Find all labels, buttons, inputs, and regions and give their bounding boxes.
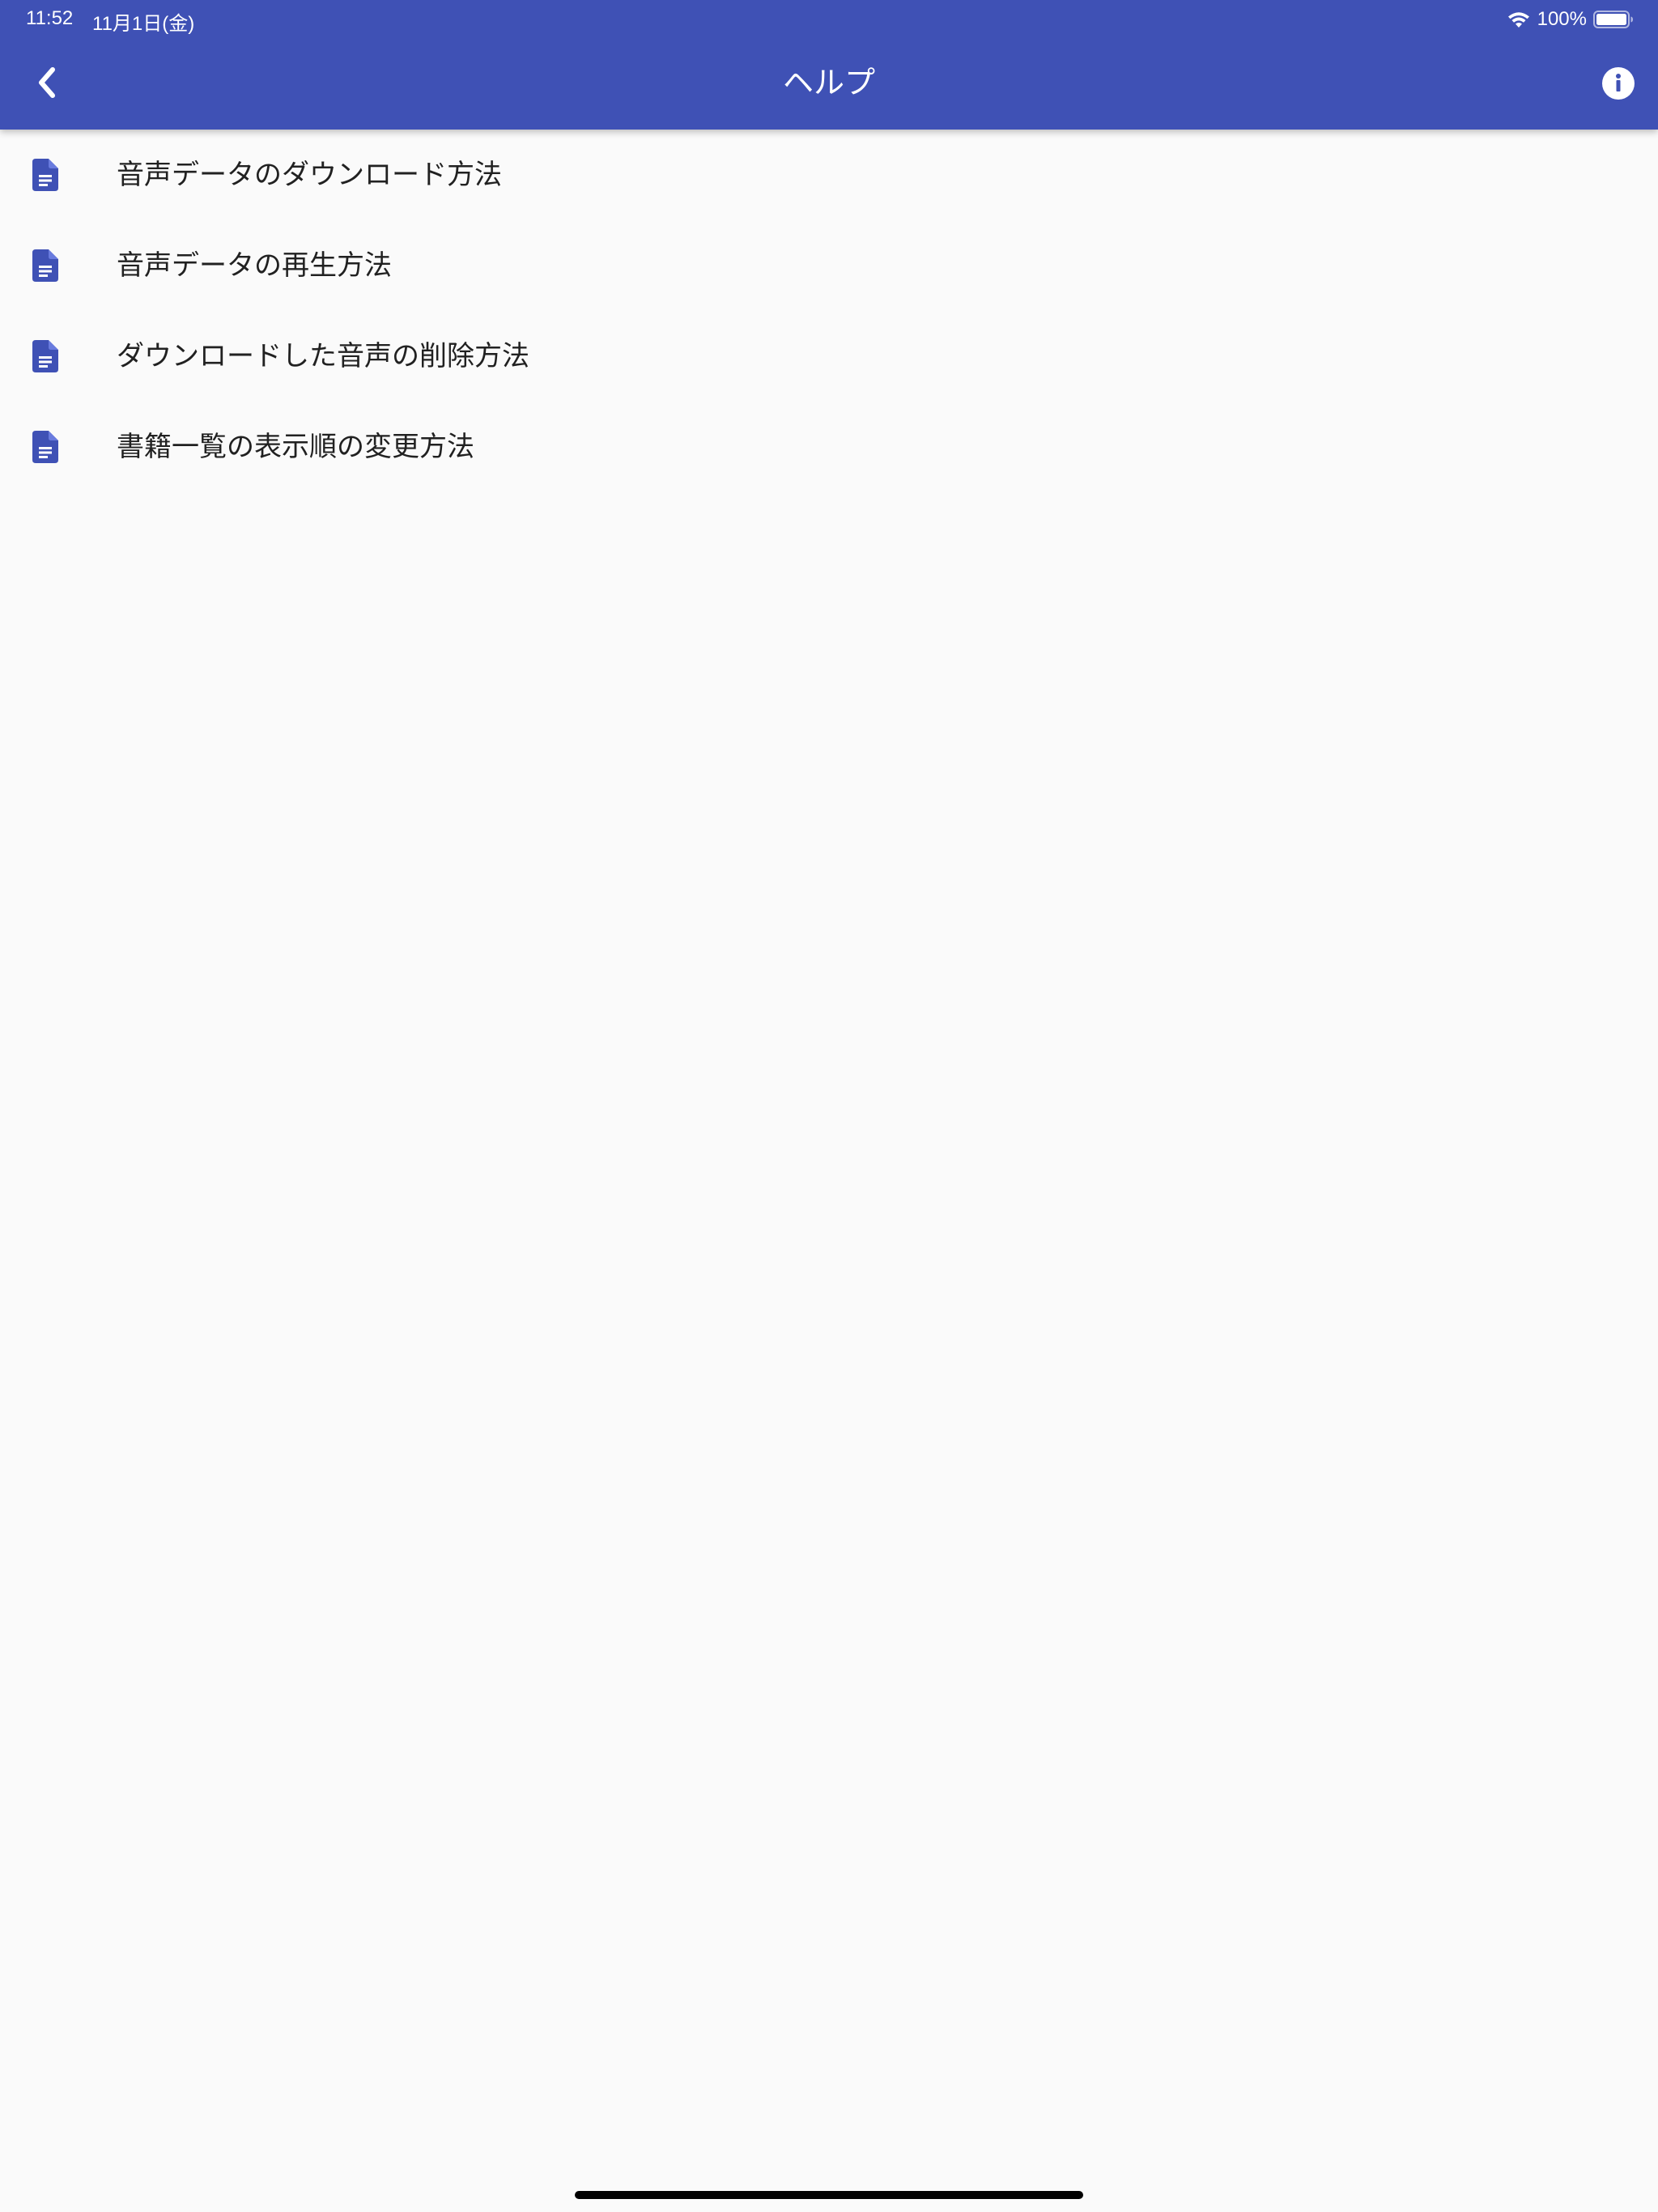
- battery-icon: [1593, 11, 1633, 28]
- status-bar: 11:52 11月1日(金) 100%: [0, 0, 1658, 39]
- status-date: 11月1日(金): [92, 13, 195, 35]
- help-item-label: 音声データの再生方法: [117, 249, 392, 282]
- wifi-icon: [1507, 12, 1529, 28]
- status-indicators: 100%: [1507, 6, 1634, 32]
- help-item-label: ダウンロードした音声の削除方法: [117, 340, 529, 372]
- page-title: ヘルプ: [782, 65, 875, 100]
- help-list: 音声データのダウンロード方法 音声データの再生方法 ダウンロードした音声の削除方…: [0, 130, 1658, 492]
- help-item-playback[interactable]: 音声データの再生方法: [0, 220, 1658, 311]
- info-icon: [1602, 67, 1635, 100]
- back-button[interactable]: [24, 60, 70, 105]
- document-icon: [32, 431, 58, 463]
- battery-percentage: 100%: [1537, 8, 1587, 30]
- help-item-delete[interactable]: ダウンロードした音声の削除方法: [0, 311, 1658, 402]
- document-icon: [32, 340, 58, 372]
- info-button[interactable]: [1601, 66, 1635, 100]
- help-item-download[interactable]: 音声データのダウンロード方法: [0, 130, 1658, 220]
- help-item-label: 音声データのダウンロード方法: [117, 159, 502, 191]
- app-bar: 11:52 11月1日(金) 100% ヘルプ: [0, 0, 1658, 130]
- chevron-left-icon: [39, 67, 55, 98]
- help-item-label: 書籍一覧の表示順の変更方法: [117, 431, 474, 463]
- document-icon: [32, 159, 58, 191]
- help-item-sort-order[interactable]: 書籍一覧の表示順の変更方法: [0, 402, 1658, 492]
- document-icon: [32, 249, 58, 282]
- status-time: 11:52: [26, 7, 74, 29]
- toolbar: ヘルプ: [0, 39, 1658, 130]
- home-indicator[interactable]: [575, 2191, 1083, 2199]
